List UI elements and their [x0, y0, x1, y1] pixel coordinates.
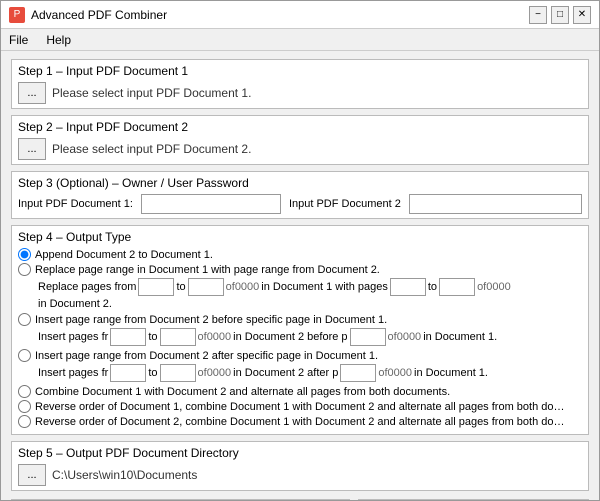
insert-after-page-input[interactable]	[340, 364, 376, 382]
insert-after-prefix: Insert pages fr	[38, 367, 108, 379]
step1-path: Please select input PDF Document 1.	[52, 86, 251, 100]
menu-bar: File Help	[1, 29, 599, 51]
replace-prefix: Replace pages from	[38, 281, 136, 293]
step1-row: ... Please select input PDF Document 1.	[18, 82, 582, 104]
step4-option1-label: Append Document 2 to Document 1.	[35, 249, 213, 261]
step4-section: Step 4 – Output Type Append Document 2 t…	[11, 225, 589, 435]
step4-option2-sub: Replace pages from to of0000 in Document…	[38, 278, 582, 310]
replace-pages-to-input[interactable]	[439, 278, 475, 296]
step4-radio2[interactable]	[18, 263, 31, 276]
step3-doc1-label: Input PDF Document 1:	[18, 198, 133, 210]
step2-label: Step 2 – Input PDF Document 2	[18, 120, 582, 134]
insert-before-in-doc1: in Document 1.	[423, 331, 497, 343]
replace-from-input[interactable]	[138, 278, 174, 296]
step6-section: Step 6 (Optional) – Output PDF Document …	[11, 499, 350, 500]
step3-label: Step 3 (Optional) – Owner / User Passwor…	[18, 176, 582, 190]
step4-option3-row: Insert page range from Document 2 before…	[18, 313, 582, 326]
minimize-button[interactable]: −	[529, 6, 547, 24]
close-button[interactable]: ✕	[573, 6, 591, 24]
step4-radio4[interactable]	[18, 349, 31, 362]
insert-after-in-doc2: in Document 2 after p	[233, 367, 338, 379]
step4-option4-row: Insert page range from Document 2 after …	[18, 349, 582, 362]
replace-of1: of0000	[226, 281, 260, 293]
step5-label: Step 5 – Output PDF Document Directory	[18, 446, 582, 460]
step2-browse-button[interactable]: ...	[18, 138, 46, 160]
step1-label: Step 1 – Input PDF Document 1	[18, 64, 582, 78]
insert-after-in-doc1: in Document 1.	[414, 367, 488, 379]
step5-path: C:\Users\win10\Documents	[52, 468, 197, 482]
step4-option1-row: Append Document 2 to Document 1.	[18, 248, 582, 261]
replace-to-input[interactable]	[188, 278, 224, 296]
maximize-button[interactable]: □	[551, 6, 569, 24]
bottom-section: Step 6 (Optional) – Output PDF Document …	[11, 499, 589, 500]
insert-after-to-input[interactable]	[160, 364, 196, 382]
step4-radio6[interactable]	[18, 400, 31, 413]
step4-option6-label: Reverse order of Document 1, combine Doc…	[35, 401, 565, 413]
insert-after-from-input[interactable]	[110, 364, 146, 382]
title-bar: P Advanced PDF Combiner − □ ✕	[1, 1, 599, 29]
insert-after-of2: of0000	[378, 367, 412, 379]
step1-browse-button[interactable]: ...	[18, 82, 46, 104]
step4-option5-row: Combine Document 1 with Document 2 and a…	[18, 385, 582, 398]
step3-section: Step 3 (Optional) – Owner / User Passwor…	[11, 171, 589, 219]
step4-option4-label: Insert page range from Document 2 after …	[35, 350, 378, 362]
step3-doc2-label: Input PDF Document 2	[289, 198, 401, 210]
window-controls: − □ ✕	[529, 6, 591, 24]
app-icon: P	[9, 7, 25, 23]
step4-option7-row: Reverse order of Document 2, combine Doc…	[18, 415, 582, 428]
replace-to: to	[176, 281, 185, 293]
step4-option2-label: Replace page range in Document 1 with pa…	[35, 264, 380, 276]
step4-option3-label: Insert page range from Document 2 before…	[35, 314, 387, 326]
step2-section: Step 2 – Input PDF Document 2 ... Please…	[11, 115, 589, 165]
step1-section: Step 1 – Input PDF Document 1 ... Please…	[11, 59, 589, 109]
insert-before-from-input[interactable]	[110, 328, 146, 346]
step4-option7-label: Reverse order of Document 2, combine Doc…	[35, 416, 565, 428]
step4-option2-row: Replace page range in Document 1 with pa…	[18, 263, 582, 276]
window-title: Advanced PDF Combiner	[31, 8, 167, 22]
replace-of2: of0000	[477, 281, 511, 293]
step4-option6-row: Reverse order of Document 1, combine Doc…	[18, 400, 582, 413]
step5-row: ... C:\Users\win10\Documents	[18, 464, 582, 486]
step4-label: Step 4 – Output Type	[18, 230, 582, 244]
insert-before-to-input[interactable]	[160, 328, 196, 346]
insert-before-to: to	[148, 331, 157, 343]
insert-before-of2: of0000	[388, 331, 422, 343]
insert-before-page-input[interactable]	[350, 328, 386, 346]
step3-password-row: Input PDF Document 1: Input PDF Document…	[18, 194, 582, 214]
step3-doc1-input[interactable]	[141, 194, 281, 214]
help-menu[interactable]: Help	[42, 32, 75, 48]
replace-to2: to	[428, 281, 437, 293]
replace-in-doc1: in Document 1 with pages	[261, 281, 388, 293]
insert-after-of1: of0000	[198, 367, 232, 379]
insert-after-to: to	[148, 367, 157, 379]
file-menu[interactable]: File	[5, 32, 32, 48]
step4-radio1[interactable]	[18, 248, 31, 261]
step2-row: ... Please select input PDF Document 2.	[18, 138, 582, 160]
step4-option4-sub: Insert pages fr to of0000 in Document 2 …	[38, 364, 582, 382]
replace-pages-from-input[interactable]	[390, 278, 426, 296]
step5-section: Step 5 – Output PDF Document Directory .…	[11, 441, 589, 491]
main-window: P Advanced PDF Combiner − □ ✕ File Help …	[0, 0, 600, 501]
title-bar-left: P Advanced PDF Combiner	[9, 7, 167, 23]
step4-option5-label: Combine Document 1 with Document 2 and a…	[35, 386, 450, 398]
step4-radio3[interactable]	[18, 313, 31, 326]
insert-before-of1: of0000	[198, 331, 232, 343]
step4-radio7[interactable]	[18, 415, 31, 428]
step4-option3-sub: Insert pages fr to of0000 in Document 2 …	[38, 328, 582, 346]
insert-before-prefix: Insert pages fr	[38, 331, 108, 343]
step5-browse-button[interactable]: ...	[18, 464, 46, 486]
step3-doc2-input[interactable]	[409, 194, 582, 214]
content-area: Step 1 – Input PDF Document 1 ... Please…	[1, 51, 599, 500]
step7-section: Step 7 – Combine Input PDF Documents Com…	[358, 499, 589, 500]
step2-path: Please select input PDF Document 2.	[52, 142, 251, 156]
step4-radio5[interactable]	[18, 385, 31, 398]
replace-in-doc2: in Document 2.	[38, 298, 112, 310]
insert-before-in-doc2: in Document 2 before p	[233, 331, 347, 343]
